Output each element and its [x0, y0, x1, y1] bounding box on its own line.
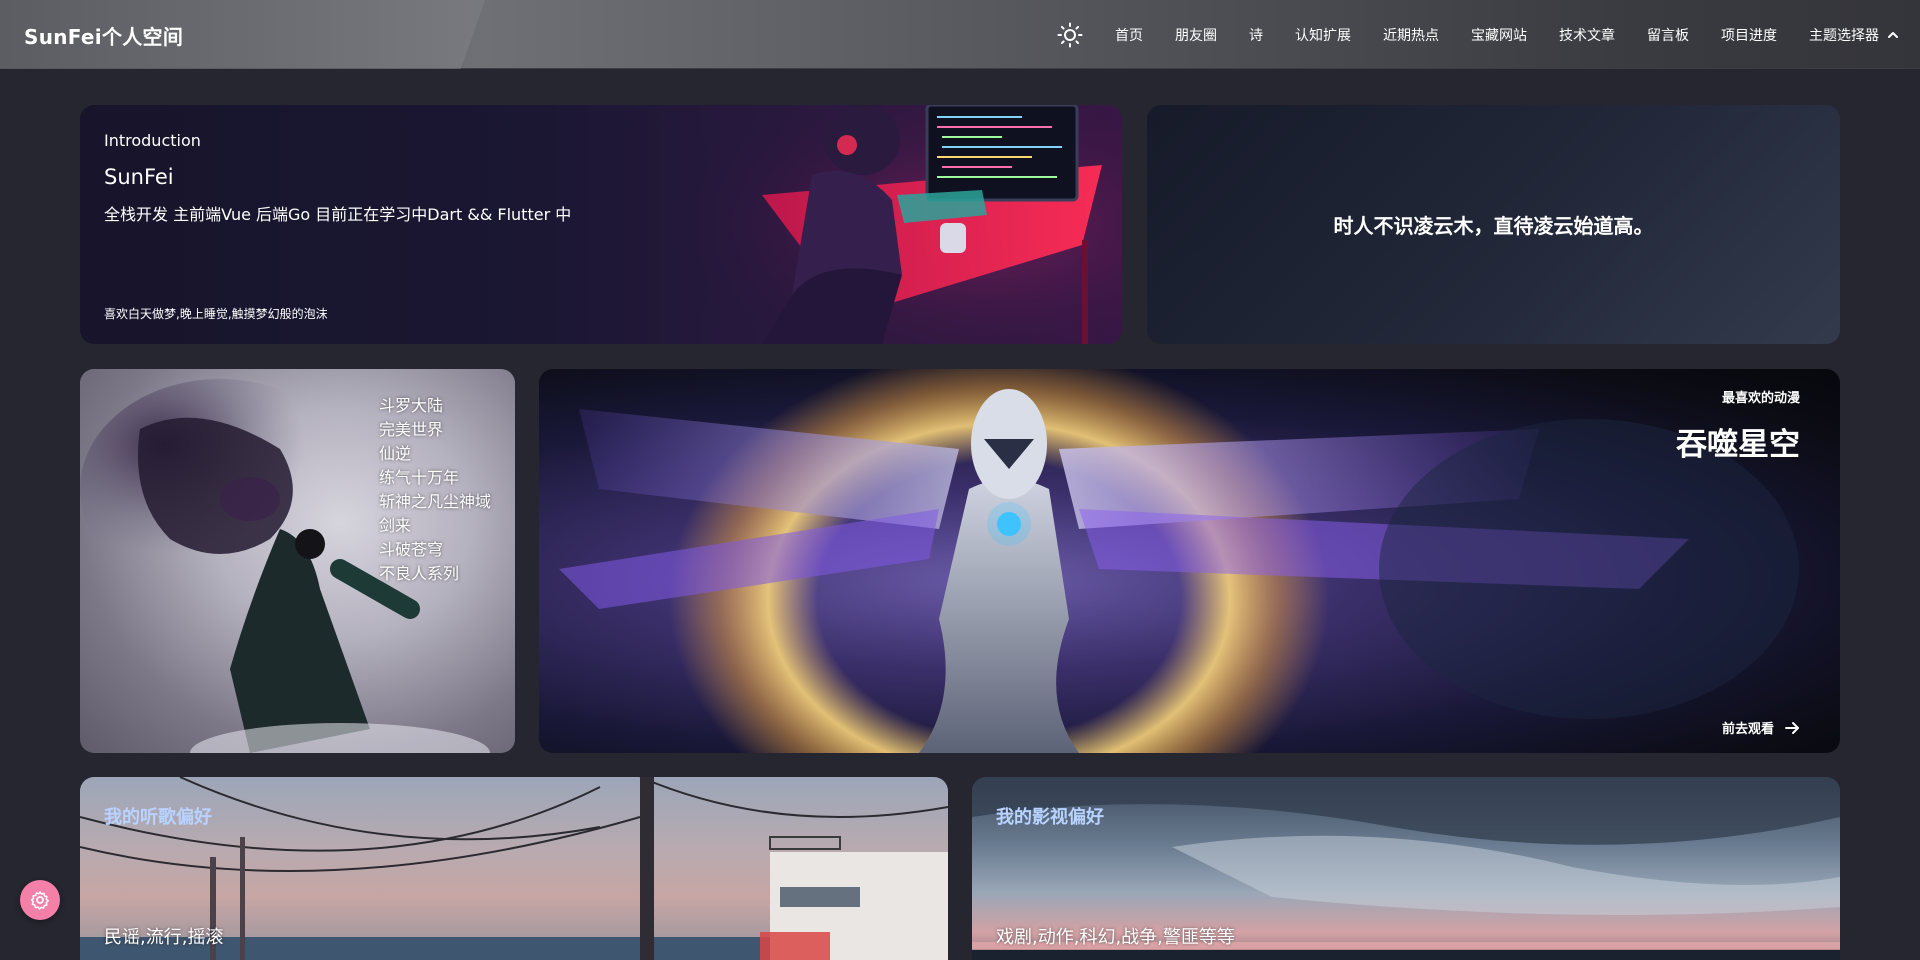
movie-title: 我的影视偏好: [996, 807, 1104, 828]
list-item[interactable]: 剑来: [379, 514, 491, 538]
list-item[interactable]: 仙逆: [379, 442, 491, 466]
nav-item-guestbook[interactable]: 留言板: [1647, 25, 1689, 45]
nav-item-treasure-sites[interactable]: 宝藏网站: [1471, 25, 1527, 45]
coder-desk-illustration: [642, 105, 1122, 344]
list-item[interactable]: 完美世界: [379, 418, 491, 442]
watch-now-label: 前去观看: [1721, 722, 1774, 737]
intro-label: Introduction: [104, 131, 201, 150]
intro-card: Introduction SunFei 全栈开发 主前端Vue 后端Go 目前正…: [80, 105, 1122, 344]
list-item[interactable]: 斩神之凡尘神域: [379, 490, 491, 514]
mecha-warrior-artwork: [559, 369, 1799, 753]
list-item[interactable]: 练气十万年: [379, 466, 491, 490]
nav-item-tech-articles[interactable]: 技术文章: [1559, 25, 1615, 45]
intro-description: 全栈开发 主前端Vue 后端Go 目前正在学习中Dart && Flutter …: [104, 205, 572, 224]
nav-item-project-progress[interactable]: 项目进度: [1721, 25, 1777, 45]
anime-title: 吞噬星空: [1676, 427, 1800, 463]
quote-card: 时人不识凌云木，直待凌云始道高。: [1147, 105, 1840, 344]
sun-icon[interactable]: [1057, 22, 1083, 48]
site-brand[interactable]: SunFei个人空间: [24, 21, 183, 50]
nav-item-theme-selector[interactable]: 主题选择器: [1809, 25, 1900, 45]
nav-item-poems[interactable]: 诗: [1249, 25, 1263, 45]
list-item[interactable]: 斗罗大陆: [379, 394, 491, 418]
nav-item-cognition[interactable]: 认知扩展: [1295, 25, 1351, 45]
movie-preference-card[interactable]: 我的影视偏好 戏剧,动作,科幻,战争,警匪等等: [972, 777, 1840, 960]
nav-item-hot-topics[interactable]: 近期热点: [1383, 25, 1439, 45]
music-preference-card[interactable]: 我的听歌偏好 民谣,流行,摇滚: [80, 777, 948, 960]
top-navbar: SunFei个人空间 首页 朋友圈 诗 认知扩展 近期热点 宝藏网站 技术文章 …: [0, 0, 1920, 69]
quote-text: 时人不识凌云木，直待凌云始道高。: [1333, 214, 1654, 238]
list-item[interactable]: 斗破苍穹: [379, 538, 491, 562]
chevron-up-icon: [1888, 31, 1898, 38]
anime-eyebrow: 最喜欢的动漫: [1721, 391, 1800, 406]
theme-selector-label: 主题选择器: [1809, 27, 1879, 44]
watch-now-link[interactable]: 前去观看: [1722, 718, 1800, 737]
main-nav: 首页 朋友圈 诗 认知扩展 近期热点 宝藏网站 技术文章 留言板 项目进度 主题…: [1057, 0, 1900, 69]
settings-fab[interactable]: [20, 880, 60, 920]
music-title: 我的听歌偏好: [104, 807, 212, 828]
intro-hobby: 喜欢白天做梦,晚上睡觉,触摸梦幻般的泡沫: [104, 307, 328, 321]
settings-gear-icon: [30, 891, 49, 910]
arrow-right-icon: [1785, 721, 1799, 734]
movie-genres: 戏剧,动作,科幻,战争,警匪等等: [996, 927, 1235, 948]
list-item[interactable]: 不良人系列: [379, 562, 491, 586]
music-genres: 民谣,流行,摇滚: [104, 927, 224, 948]
favorite-anime-card[interactable]: 最喜欢的动漫 吞噬星空 前去观看: [539, 369, 1840, 753]
nav-item-home[interactable]: 首页: [1115, 25, 1143, 45]
intro-name: SunFei: [104, 165, 174, 189]
nav-item-moments[interactable]: 朋友圈: [1175, 25, 1217, 45]
novels-card: 斗罗大陆 完美世界 仙逆 练气十万年 斩神之凡尘神域 剑来 斗破苍穹 不良人系列: [80, 369, 515, 753]
novel-list: 斗罗大陆 完美世界 仙逆 练气十万年 斩神之凡尘神域 剑来 斗破苍穹 不良人系列: [379, 394, 491, 586]
